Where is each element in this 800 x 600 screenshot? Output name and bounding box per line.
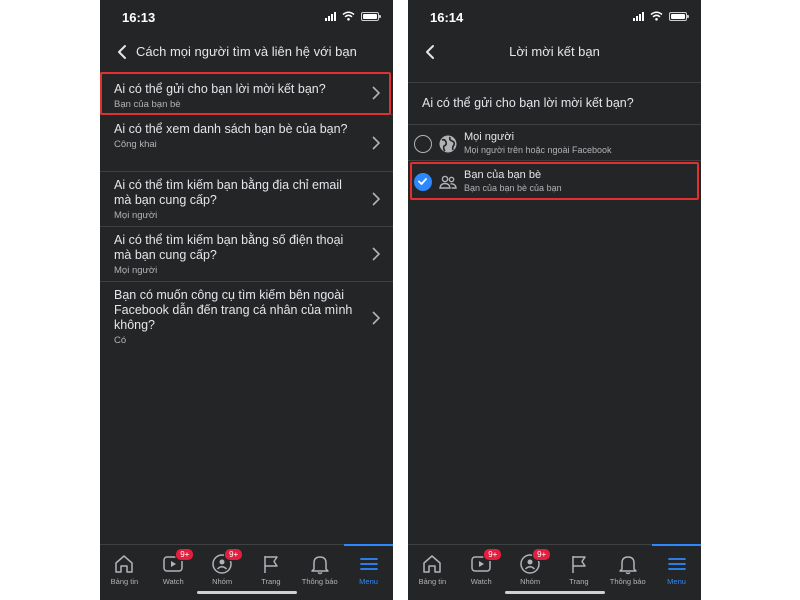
section-question: Ai có thể gửi cho bạn lời mời kết bạn?: [422, 96, 634, 110]
setting-item-phone-lookup[interactable]: Ai có thể tìm kiếm bạn bằng số điện thoạ…: [100, 226, 393, 281]
signal-icon: [325, 11, 336, 21]
nav-item-notifications[interactable]: Thông báo: [603, 545, 652, 600]
setting-value: Mọi người: [114, 210, 158, 221]
nav-label: Bảng tin: [110, 577, 139, 586]
signal-icon: [633, 11, 644, 21]
setting-question: Bạn có muốn công cụ tìm kiếm bên ngoài F…: [114, 288, 353, 332]
nav-label: Nhóm: [520, 577, 541, 586]
setting-item-friends-list[interactable]: Ai có thể xem danh sách bạn bè của bạn? …: [100, 114, 393, 171]
notification-badge: 9+: [175, 548, 195, 561]
chevron-right-icon: [372, 310, 381, 325]
nav-item-watch[interactable]: 9+ Watch: [149, 545, 198, 600]
nav-item-news-feed[interactable]: Bảng tin: [100, 545, 149, 600]
bell-icon: [310, 556, 329, 575]
battery-icon: [669, 11, 689, 21]
notification-badge: 9+: [224, 548, 244, 561]
nav-item-menu[interactable]: Menu: [344, 544, 393, 600]
checkmark-icon: [418, 178, 427, 185]
chevron-right-icon: [372, 136, 381, 150]
nav-label: Thông báo: [301, 577, 338, 586]
home-icon: [423, 555, 442, 573]
option-title: Bạn của bạn bè: [464, 169, 542, 181]
nav-item-news-feed[interactable]: Bảng tin: [408, 545, 457, 600]
setting-question: Ai có thể gửi cho bạn lời mời kết bạn?: [114, 82, 326, 96]
nav-label: Trang: [569, 577, 589, 586]
page-title: Cách mọi người tìm và liên hệ với bạn: [136, 44, 357, 59]
setting-question: Ai có thể xem danh sách bạn bè của bạn?: [114, 122, 348, 136]
battery-icon: [361, 11, 381, 21]
radio-button-checked[interactable]: [414, 173, 432, 191]
radio-button[interactable]: [414, 135, 432, 153]
home-indicator: [504, 591, 605, 594]
status-time: 16:13: [122, 10, 156, 25]
option-friends-of-friends[interactable]: Bạn của bạn bè Bạn của bạn bè của bạn: [408, 164, 701, 198]
option-subtitle: Mọi người trên hoặc ngoài Facebook: [464, 145, 612, 155]
chevron-right-icon: [372, 86, 381, 100]
flag-icon: [572, 556, 586, 573]
nav-label: Watch: [162, 577, 184, 586]
nav-label: Watch: [470, 577, 492, 586]
option-subtitle: Bạn của bạn bè của bạn: [464, 183, 562, 193]
nav-item-notifications[interactable]: Thông báo: [295, 545, 344, 600]
nav-label: Trang: [261, 577, 281, 586]
notification-badge: 9+: [532, 548, 552, 561]
option-title: Mọi người: [464, 131, 515, 143]
nav-label: Menu: [667, 577, 686, 586]
setting-item-friend-requests[interactable]: Ai có thể gửi cho bạn lời mời kết bạn? B…: [100, 72, 393, 114]
chevron-right-icon: [372, 247, 381, 261]
setting-value: Mọi người: [114, 265, 158, 276]
divider: [408, 160, 701, 161]
setting-item-search-engine[interactable]: Bạn có muốn công cụ tìm kiếm bên ngoài F…: [100, 281, 393, 353]
setting-item-email-lookup[interactable]: Ai có thể tìm kiếm bạn bằng địa chỉ emai…: [100, 171, 393, 226]
friends-icon: [439, 175, 457, 189]
divider: [408, 124, 701, 125]
nav-label: Menu: [359, 577, 378, 586]
setting-value: Công khai: [114, 139, 157, 150]
wifi-icon: [650, 11, 663, 21]
header: Cách mọi người tìm và liên hệ với bạn: [100, 36, 393, 68]
status-icons: [633, 11, 689, 21]
status-time: 16:14: [430, 10, 464, 25]
bell-icon: [618, 556, 637, 575]
home-icon: [115, 555, 134, 573]
header: Lời mời kết bạn: [408, 36, 701, 68]
status-icons: [325, 11, 381, 21]
back-arrow-icon[interactable]: [112, 41, 134, 63]
setting-value: Có: [114, 335, 127, 346]
nav-item-watch[interactable]: 9+ Watch: [457, 545, 506, 600]
nav-label: Thông báo: [609, 577, 646, 586]
right-phone-screen: 16:14 Lời mời kết bạn Ai có thể gửi cho …: [408, 0, 701, 600]
nav-label: Bảng tin: [418, 577, 447, 586]
flag-icon: [264, 556, 278, 573]
nav-label: Nhóm: [212, 577, 233, 586]
status-bar: 16:14: [408, 0, 701, 34]
back-arrow-icon[interactable]: [420, 41, 442, 63]
setting-value: Bạn của bạn bè: [114, 99, 181, 110]
home-indicator: [196, 591, 297, 594]
globe-icon: [439, 135, 457, 153]
option-everyone[interactable]: Mọi người Mọi người trên hoặc ngoài Face…: [408, 126, 701, 160]
setting-question: Ai có thể tìm kiếm bạn bằng số điện thoạ…: [114, 233, 344, 262]
menu-icon: [359, 558, 378, 570]
chevron-right-icon: [372, 192, 381, 206]
menu-icon: [667, 558, 686, 570]
notification-badge: 9+: [483, 548, 503, 561]
status-bar: 16:13: [100, 0, 393, 34]
wifi-icon: [342, 11, 355, 21]
setting-question: Ai có thể tìm kiếm bạn bằng địa chỉ emai…: [114, 178, 342, 207]
settings-list: Ai có thể gửi cho bạn lời mời kết bạn? B…: [100, 72, 393, 353]
divider: [408, 82, 701, 83]
nav-item-menu[interactable]: Menu: [652, 544, 701, 600]
page-title: Lời mời kết bạn: [509, 44, 600, 59]
left-phone-screen: 16:13 Cách mọi người tìm và liên hệ với …: [100, 0, 393, 600]
